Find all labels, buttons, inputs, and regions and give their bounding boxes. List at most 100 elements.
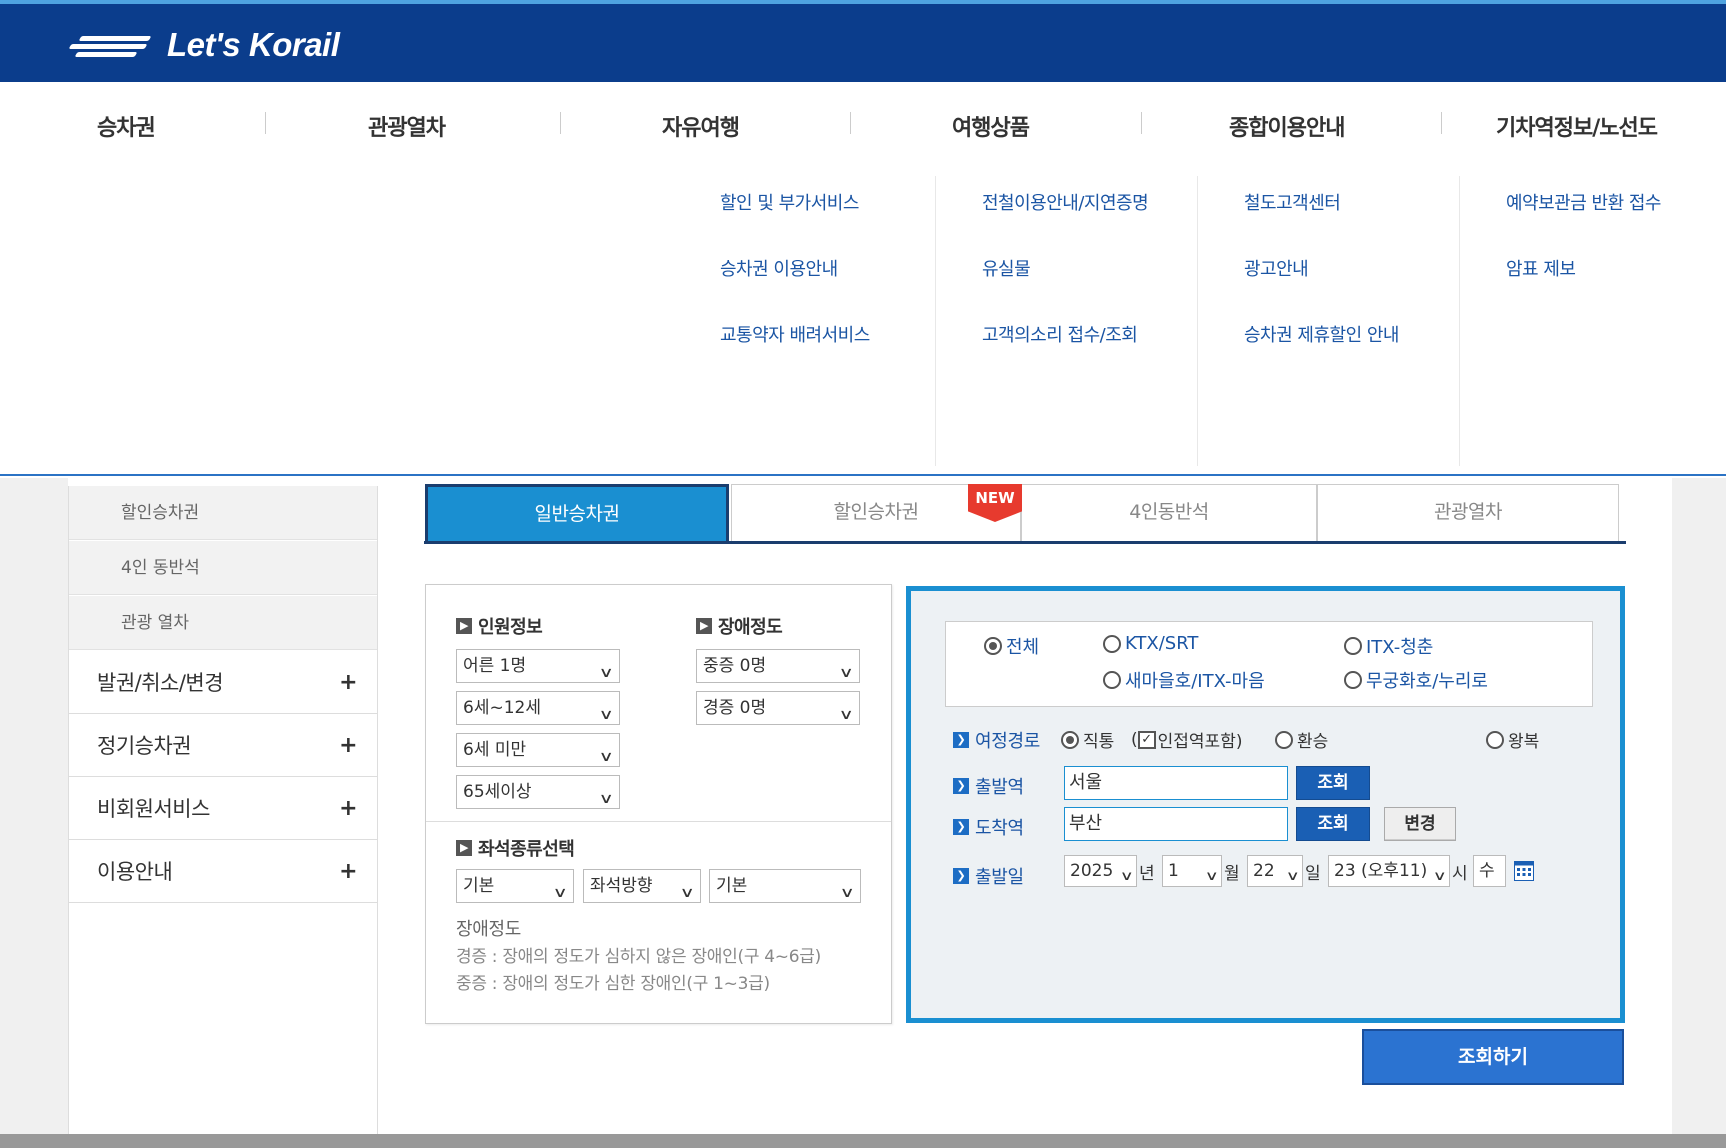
gnb-item-general-guide[interactable]: 종합이용안내 xyxy=(1229,110,1345,142)
sidebar-item-discount-tickets[interactable]: 할인승차권 xyxy=(69,486,377,540)
section-title-text: 좌석종류선택 xyxy=(478,839,575,860)
train-type-box: 전체 KTX/SRT ITX-청춘 새마을호/ITX-마음 무궁화호/누리로 xyxy=(945,621,1593,707)
swap-stations-button[interactable]: 변경 xyxy=(1384,807,1456,841)
submenu-lost-found[interactable]: 유실물 xyxy=(982,255,1031,281)
tab-general-ticket[interactable]: 일반승차권 xyxy=(425,484,729,541)
severe-disability-select[interactable]: 중증 0명 ∨ xyxy=(696,649,860,683)
submenu-partner-discount[interactable]: 승차권 제휴할인 안내 xyxy=(1244,321,1399,347)
plus-icon[interactable]: + xyxy=(339,652,357,714)
sidebar-item-usage-guide[interactable]: 이용안내 + xyxy=(69,841,377,903)
submenu-column: 예약보관금 반환 접수 암표 제보 xyxy=(1460,176,1726,466)
seat-option-select[interactable]: 기본 ∨ xyxy=(709,869,861,903)
submenu-customer-voice[interactable]: 고객의소리 접수/조회 xyxy=(982,321,1138,347)
arrival-lookup-button[interactable]: 조회 xyxy=(1296,807,1370,841)
senior-count-select[interactable]: 65세이상 ∨ xyxy=(456,775,620,809)
submenu-ticket-guide[interactable]: 승차권 이용안내 xyxy=(720,255,838,281)
seat-type-select[interactable]: 기본 ∨ xyxy=(456,869,574,903)
passenger-panel: ▶ 인원정보 ▶ 장애정도 어른 1명 ∨ 6세~12세 ∨ 6세 미만 ∨ 65세이… xyxy=(425,584,892,1024)
select-value: 6세~12세 xyxy=(463,698,541,718)
month-select[interactable]: 1 ∨ xyxy=(1162,855,1222,887)
select-value: 중증 0명 xyxy=(703,656,767,676)
logo-text: Let's Korail xyxy=(167,26,340,63)
gnb-divider xyxy=(850,112,851,134)
train-type-all[interactable]: 전체 xyxy=(984,633,1039,659)
arrow-right-icon: ▶ xyxy=(456,840,472,856)
select-value: 기본 xyxy=(716,876,748,896)
search-button[interactable]: 조회하기 xyxy=(1362,1029,1624,1085)
gnb-item-tickets[interactable]: 승차권 xyxy=(97,110,156,142)
radio-label: 직통 xyxy=(1083,732,1115,752)
radio-label: 새마을호/ITX-마음 xyxy=(1125,671,1265,692)
sidebar-item-season-ticket[interactable]: 정기승차권 + xyxy=(69,715,377,777)
chevron-down-icon: ∨ xyxy=(679,885,695,901)
day-unit: 일 xyxy=(1305,864,1321,884)
section-title-text: 인원정보 xyxy=(478,617,543,638)
arrow-right-icon: ❯ xyxy=(953,778,969,794)
tab-tourist-train[interactable]: 관광열차 xyxy=(1317,484,1619,541)
bottom-scroll-bar xyxy=(0,1134,1726,1148)
year-unit: 년 xyxy=(1139,864,1155,884)
day-select[interactable]: 22 ∨ xyxy=(1247,855,1303,887)
gnb-item-tourist-trains[interactable]: 관광열차 xyxy=(368,110,446,142)
tab-4-person-seats[interactable]: 4인동반석 xyxy=(1021,484,1317,541)
sidebar-item-4-person-seats[interactable]: 4인 동반석 xyxy=(69,541,377,595)
select-value: 기본 xyxy=(463,876,495,896)
arrival-station-input[interactable]: 부산 xyxy=(1064,807,1288,841)
select-value: 23 (오후11) xyxy=(1334,861,1428,881)
route-transfer-radio[interactable]: 환승 xyxy=(1275,727,1328,752)
ticket-tabs: 일반승차권 할인승차권 4인동반석 관광열차 xyxy=(424,484,1626,544)
departure-station-input[interactable]: 서울 xyxy=(1064,766,1288,800)
train-type-saemaeul[interactable]: 새마을호/ITX-마음 xyxy=(1103,667,1265,693)
select-value: 어른 1명 xyxy=(463,656,527,676)
gnb-item-free-travel[interactable]: 자유여행 xyxy=(662,110,740,142)
submenu-discount-services[interactable]: 할인 및 부가서비스 xyxy=(720,189,859,215)
include-nearby-checkbox[interactable]: (✓ 인접역포함) xyxy=(1131,727,1242,753)
plus-icon[interactable]: + xyxy=(339,715,357,777)
submenu-deposit-refund[interactable]: 예약보관금 반환 접수 xyxy=(1506,189,1661,215)
arrival-label: ❯ 도착역 xyxy=(953,814,1024,840)
submenu-advertising[interactable]: 광고안내 xyxy=(1244,255,1309,281)
mild-disability-select[interactable]: 경증 0명 ∨ xyxy=(696,691,860,725)
child-count-select[interactable]: 6세~12세 ∨ xyxy=(456,691,620,725)
departure-date-label: ❯ 출발일 xyxy=(953,863,1024,889)
radio-selected-icon xyxy=(984,637,1002,655)
korail-logo-mark-icon xyxy=(68,28,165,62)
site-header: Let's Korail xyxy=(0,0,1726,82)
plus-icon[interactable]: + xyxy=(339,778,357,840)
sidebar-item-non-member[interactable]: 비회원서비스 + xyxy=(69,778,377,840)
plus-icon[interactable]: + xyxy=(339,841,357,903)
select-value: 경증 0명 xyxy=(703,698,767,718)
arrow-right-icon: ❯ xyxy=(953,819,969,835)
checkmark-icon: ✓ xyxy=(1137,730,1156,749)
gnb-item-travel-products[interactable]: 여행상품 xyxy=(952,110,1030,142)
radio-selected-icon xyxy=(1061,730,1079,749)
gnb-item-station-info[interactable]: 기차역정보/노선도 xyxy=(1496,110,1658,142)
radio-icon xyxy=(1275,730,1293,749)
submenu-column: 할인 및 부가서비스 승차권 이용안내 교통약자 배려서비스 xyxy=(675,176,936,466)
submenu-scalping-report[interactable]: 암표 제보 xyxy=(1506,255,1576,281)
submenu-mobility-services[interactable]: 교통약자 배려서비스 xyxy=(720,321,870,347)
departure-lookup-button[interactable]: 조회 xyxy=(1296,766,1370,800)
main-nav: 승차권 관광열차 자유여행 여행상품 종합이용안내 기차역정보/노선도 xyxy=(0,82,1726,164)
infant-count-select[interactable]: 6세 미만 ∨ xyxy=(456,733,620,767)
arrow-right-icon: ▶ xyxy=(456,618,472,634)
sidebar-item-issue-cancel[interactable]: 발권/취소/변경 + xyxy=(69,652,377,714)
seat-direction-select[interactable]: 좌석방향 ∨ xyxy=(583,869,701,903)
route-round-trip-radio[interactable]: 왕복 xyxy=(1486,727,1539,752)
year-select[interactable]: 2025 ∨ xyxy=(1064,855,1137,887)
submenu-metro-guide[interactable]: 전철이용안내/지연증명 xyxy=(982,189,1149,215)
hour-select[interactable]: 23 (오후11) ∨ xyxy=(1328,855,1450,887)
adult-count-select[interactable]: 어른 1명 ∨ xyxy=(456,649,620,683)
train-type-mugunghwa[interactable]: 무궁화호/누리로 xyxy=(1344,667,1488,693)
sidebar-item-label: 이용안내 xyxy=(97,860,173,884)
chevron-down-icon: ∨ xyxy=(1433,869,1448,884)
submenu-customer-center[interactable]: 철도고객센터 xyxy=(1244,189,1341,215)
chevron-down-icon: ∨ xyxy=(598,707,614,723)
korail-logo[interactable]: Let's Korail xyxy=(68,26,340,64)
train-type-itx-cheongchun[interactable]: ITX-청춘 xyxy=(1344,633,1433,659)
calendar-icon[interactable] xyxy=(1514,859,1534,881)
route-direct-radio[interactable]: 직통 xyxy=(1061,727,1114,752)
disability-note-severe: 중증 : 장애의 정도가 심한 장애인(구 1~3급) xyxy=(456,974,770,994)
sidebar-item-tourist-train[interactable]: 관광 열차 xyxy=(69,596,377,650)
train-type-ktx-srt[interactable]: KTX/SRT xyxy=(1103,633,1198,654)
